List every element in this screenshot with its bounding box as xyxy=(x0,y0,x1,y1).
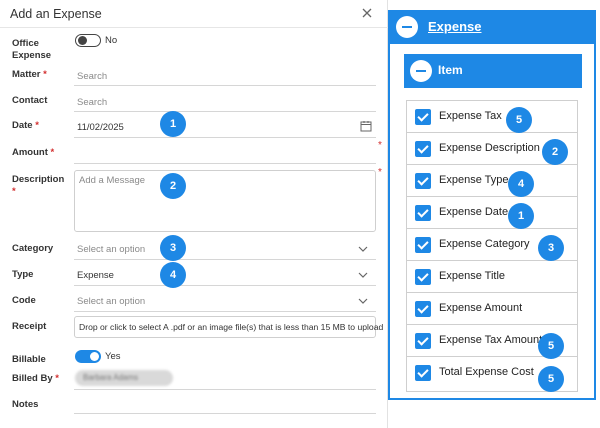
callout-badge-2: 2 xyxy=(542,139,568,165)
category-placeholder: Select an option xyxy=(77,244,146,255)
category-label: Category xyxy=(12,243,54,254)
list-item-label: Expense Type xyxy=(439,174,509,186)
billable-label: Billable xyxy=(12,354,46,365)
list-item-label: Expense Title xyxy=(439,270,506,282)
chevron-down-icon xyxy=(358,272,368,278)
callout-badge-3: 3 xyxy=(538,235,564,261)
checkbox-checked-icon[interactable] xyxy=(415,205,431,221)
checkbox-checked-icon[interactable] xyxy=(415,173,431,189)
callout-badge-1: 1 xyxy=(160,111,186,137)
modal-header: Add an Expense xyxy=(0,0,388,28)
checkbox-checked-icon[interactable] xyxy=(415,237,431,253)
list-item-expense-date[interactable]: Expense Date xyxy=(407,197,577,229)
date-value: 11/02/2025 xyxy=(77,122,124,133)
minus-circle-icon[interactable] xyxy=(410,60,432,82)
notes-field[interactable] xyxy=(74,394,376,414)
list-item-label: Expense Date xyxy=(439,206,509,218)
list-item-label: Expense Amount xyxy=(439,302,523,314)
description-required-mark: * xyxy=(378,167,382,178)
receipt-dropzone-text: Drop or click to select A .pdf or an ima… xyxy=(79,322,384,332)
callout-badge-5: 5 xyxy=(538,333,564,359)
field-list-panel: Expense Item Expense Tax Expense Descrip… xyxy=(388,0,600,428)
matter-placeholder: Search xyxy=(77,71,108,82)
billable-toggle[interactable] xyxy=(75,350,101,363)
list-item-label: Expense Description xyxy=(439,142,540,154)
callout-badge-2: 2 xyxy=(160,173,186,199)
callout-badge-4: 4 xyxy=(508,171,534,197)
list-item-label: Expense Tax Amount xyxy=(439,334,543,346)
category-select[interactable]: Select an option xyxy=(74,238,376,260)
type-select[interactable]: Expense xyxy=(74,264,376,286)
callout-badge-3: 3 xyxy=(160,235,186,261)
list-item-label: Total Expense Cost xyxy=(439,366,534,378)
description-placeholder: Add a Message xyxy=(79,175,146,186)
office-expense-toggle-text: No xyxy=(105,35,118,46)
close-icon[interactable] xyxy=(360,6,374,20)
billable-toggle-text: Yes xyxy=(105,351,121,362)
list-item-expense-type[interactable]: Expense Type xyxy=(407,165,577,197)
matter-search-field[interactable]: Search xyxy=(74,66,376,86)
type-value: Expense xyxy=(77,270,114,281)
chevron-down-icon xyxy=(358,298,368,304)
receipt-dropzone[interactable]: Drop or click to select A .pdf or an ima… xyxy=(74,316,383,338)
matter-label: Matter * xyxy=(12,69,47,80)
amount-required-mark: * xyxy=(378,140,382,151)
callout-badge-1: 1 xyxy=(508,203,534,229)
list-item-expense-tax[interactable]: Expense Tax xyxy=(407,101,577,133)
add-expense-modal: Add an Expense Office Expense No Matter … xyxy=(0,0,388,428)
date-field[interactable]: 11/02/2025 xyxy=(74,116,376,138)
contact-search-field[interactable]: Search xyxy=(74,92,376,112)
date-label: Date * xyxy=(12,120,39,131)
minus-circle-icon[interactable] xyxy=(396,16,418,38)
contact-placeholder: Search xyxy=(77,97,108,108)
list-item-expense-title[interactable]: Expense Title xyxy=(407,261,577,293)
type-label: Type xyxy=(12,269,34,280)
list-item-label: Expense Category xyxy=(439,238,530,250)
expense-section-title: Expense xyxy=(428,19,482,34)
calendar-icon[interactable] xyxy=(360,120,372,132)
modal-title: Add an Expense xyxy=(10,7,102,21)
item-section-header[interactable]: Item xyxy=(404,54,582,88)
list-item-label: Expense Tax xyxy=(439,110,502,122)
billed-by-value: Barbara Adams xyxy=(83,373,139,382)
checkbox-checked-icon[interactable] xyxy=(415,333,431,349)
checkbox-checked-icon[interactable] xyxy=(415,269,431,285)
billed-by-chip[interactable]: Barbara Adams xyxy=(75,370,173,386)
chevron-down-icon xyxy=(358,246,368,252)
expense-section-body: Item Expense Tax Expense Description Exp… xyxy=(388,44,596,400)
contact-label: Contact xyxy=(12,95,48,106)
billed-by-label: Billed By * xyxy=(12,373,59,384)
list-item-expense-amount[interactable]: Expense Amount xyxy=(407,293,577,325)
expense-section-header[interactable]: Expense xyxy=(388,10,596,44)
callout-badge-5: 5 xyxy=(506,107,532,133)
checkbox-checked-icon[interactable] xyxy=(415,301,431,317)
callout-badge-4: 4 xyxy=(160,262,186,288)
office-expense-label: Office Expense xyxy=(12,38,52,61)
checkbox-checked-icon[interactable] xyxy=(415,365,431,381)
receipt-label: Receipt xyxy=(12,321,47,332)
code-placeholder: Select an option xyxy=(77,296,146,307)
description-textarea[interactable]: Add a Message xyxy=(74,170,376,232)
office-expense-toggle[interactable] xyxy=(75,34,101,47)
checkbox-checked-icon[interactable] xyxy=(415,109,431,125)
description-label: Description * xyxy=(12,174,65,197)
code-select[interactable]: Select an option xyxy=(74,290,376,312)
notes-label: Notes xyxy=(12,399,39,410)
amount-label: Amount * xyxy=(12,147,55,158)
callout-badge-5: 5 xyxy=(538,366,564,392)
item-section-title: Item xyxy=(438,63,463,77)
code-label: Code xyxy=(12,295,36,306)
amount-field[interactable] xyxy=(74,144,376,164)
checkbox-checked-icon[interactable] xyxy=(415,141,431,157)
